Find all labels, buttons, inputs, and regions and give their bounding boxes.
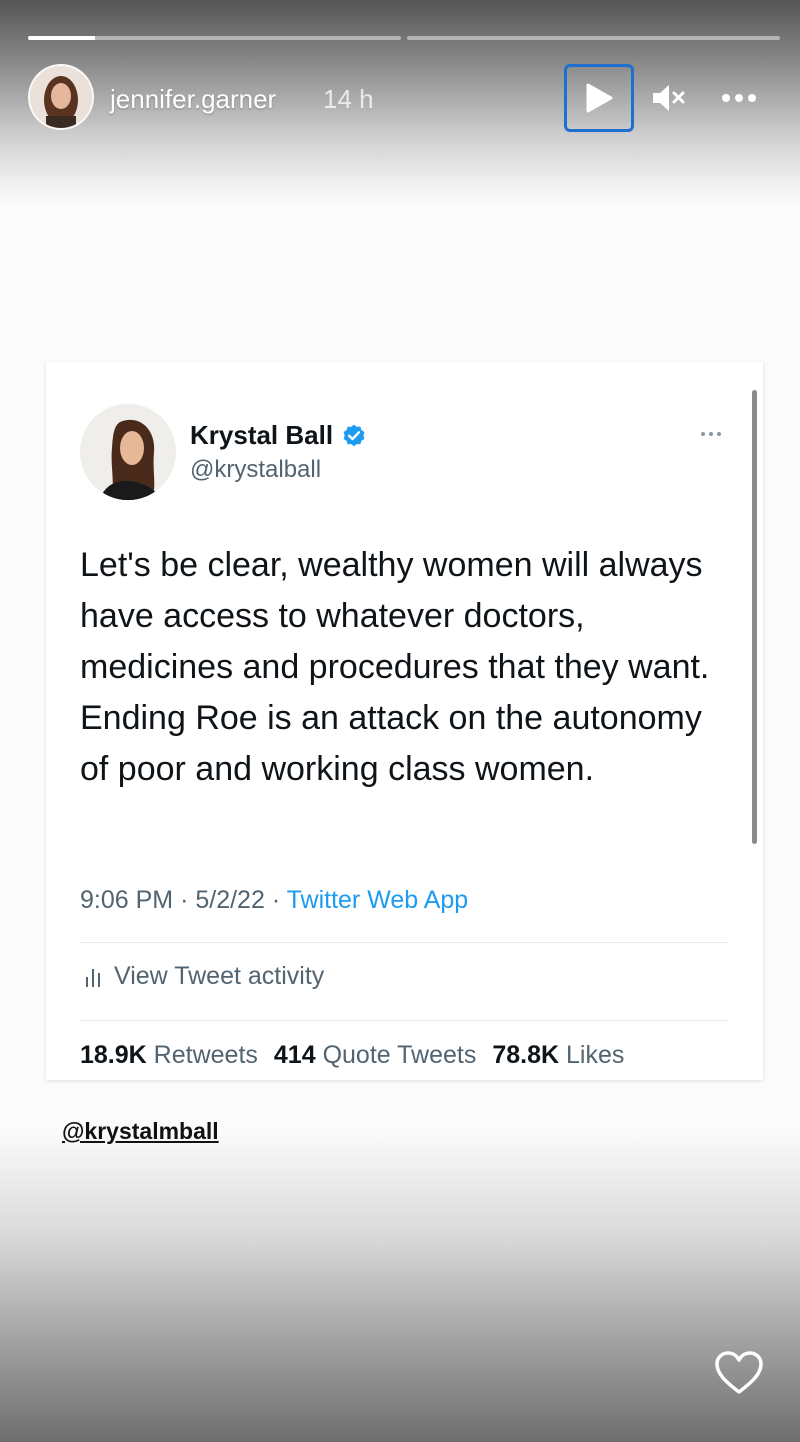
more-options-button[interactable] <box>718 82 760 114</box>
profile-avatar[interactable] <box>28 64 94 130</box>
story-header: jennifer.garner 14 h <box>28 64 772 132</box>
progress-segment <box>407 36 780 40</box>
more-icon <box>722 94 756 102</box>
activity-label: View Tweet activity <box>114 962 325 990</box>
progress-fill <box>28 36 96 40</box>
bottom-gradient <box>0 1130 800 1442</box>
mute-button[interactable] <box>648 78 688 118</box>
view-tweet-activity-button[interactable]: View Tweet activity <box>84 962 324 991</box>
progress-segment <box>28 36 401 40</box>
quote-tweets-stat[interactable]: 414 Quote Tweets <box>274 1041 476 1070</box>
play-button[interactable] <box>564 64 634 132</box>
divider <box>80 1020 728 1021</box>
likes-stat[interactable]: 78.8K Likes <box>492 1041 624 1070</box>
tweet-author-handle: @krystalball <box>190 456 322 483</box>
tweet-author-name: Krystal Ball <box>190 420 367 451</box>
tweet-more-button[interactable] <box>698 424 728 444</box>
author-photo <box>80 404 176 500</box>
tweet-more-icon <box>701 432 721 436</box>
avatar-image <box>30 66 92 128</box>
likes-count: 78.8K <box>492 1041 560 1069</box>
tweet-stats: 18.9K Retweets 414 Quote Tweets 78.8K Li… <box>80 1041 624 1070</box>
retweets-label: Retweets <box>153 1041 258 1069</box>
activity-bars-icon <box>86 968 100 987</box>
username[interactable]: jennifer.garner <box>110 84 276 115</box>
likes-label: Likes <box>566 1041 625 1069</box>
divider <box>80 942 728 943</box>
tweet-card: Krystal Ball @krystalball Let's be clear… <box>46 362 763 1080</box>
mention-sticker[interactable]: @krystalmball <box>62 1118 219 1145</box>
quote-tweets-label: Quote Tweets <box>322 1041 477 1069</box>
story-progress <box>28 36 780 40</box>
heart-icon <box>715 1351 763 1394</box>
quote-tweets-count: 414 <box>273 1041 316 1069</box>
retweets-count: 18.9K <box>80 1041 147 1069</box>
tweet-text: Let's be clear, wealthy women will alway… <box>80 546 710 788</box>
tweet-time: 9:06 PM <box>80 886 174 914</box>
retweets-stat[interactable]: 18.9K Retweets <box>80 1041 258 1070</box>
tweet-date: 5/2/22 <box>195 886 265 914</box>
like-button[interactable] <box>714 1350 764 1396</box>
mute-icon <box>653 85 685 111</box>
scrollbar[interactable] <box>752 390 757 844</box>
author-name-text: Krystal Ball <box>190 420 334 450</box>
meta-separator: · <box>180 886 189 914</box>
tweet-source-link[interactable]: Twitter Web App <box>287 886 469 914</box>
story-viewer: jennifer.garner 14 h Krystal Ball @kryst… <box>0 0 800 1442</box>
post-time: 14 h <box>323 84 374 114</box>
verified-badge-icon <box>343 424 365 446</box>
meta-separator: · <box>271 886 281 914</box>
tweet-metadata: 9:06 PM · 5/2/22 · Twitter Web App <box>80 886 468 915</box>
tweet-author-avatar <box>80 404 176 500</box>
play-icon <box>586 83 613 113</box>
